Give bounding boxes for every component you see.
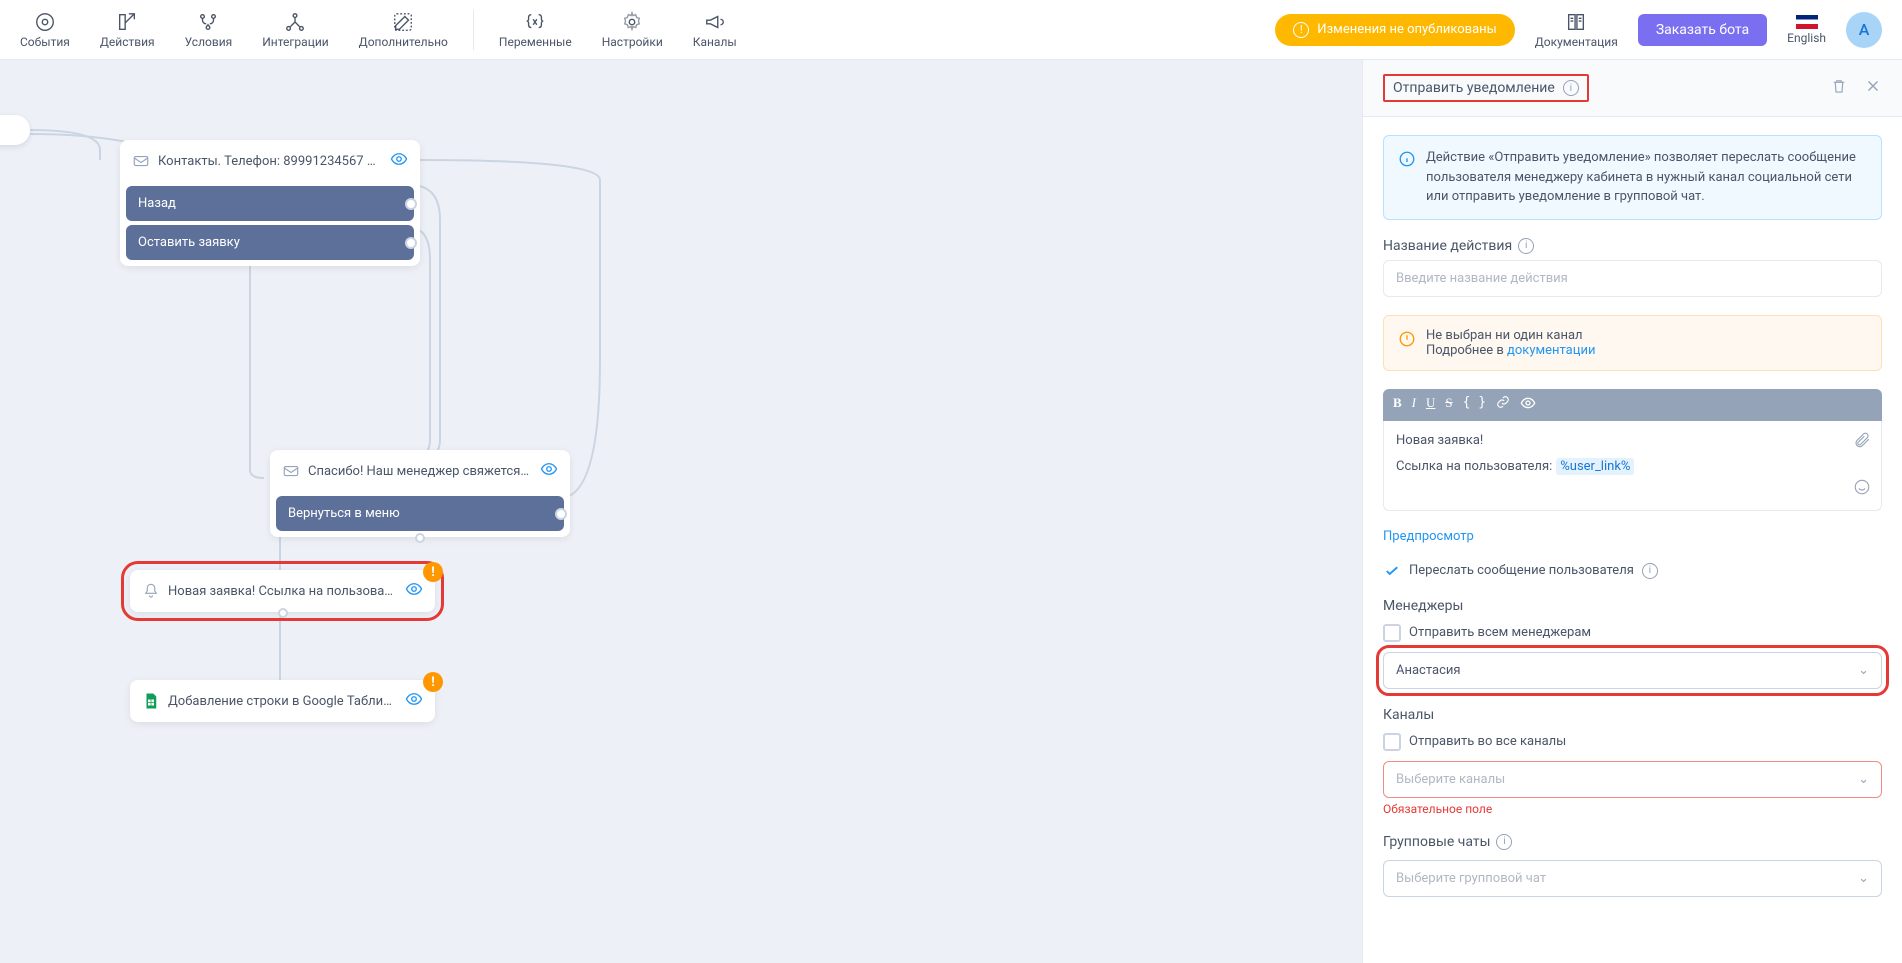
info-icon[interactable]: i: [1563, 80, 1579, 96]
toolbar-conditions[interactable]: Условия: [185, 11, 233, 49]
info-callout: Действие «Отправить уведомление» позволя…: [1383, 135, 1882, 220]
megaphone-icon: [704, 11, 726, 33]
eye-icon[interactable]: [405, 580, 423, 602]
braces-icon: [524, 11, 546, 33]
channels-title: Каналы: [1383, 707, 1882, 723]
toolbar-channels[interactable]: Каналы: [693, 11, 737, 49]
toolbar-variables[interactable]: Переменные: [499, 11, 572, 49]
managers-title: Менеджеры: [1383, 598, 1882, 614]
managers-select[interactable]: Анастасия ⌄: [1383, 652, 1882, 689]
docs-link[interactable]: документации: [1507, 343, 1595, 358]
eye-icon[interactable]: [540, 460, 558, 482]
top-toolbar: События Действия Условия Интеграции Допо…: [0, 0, 1902, 60]
channels-select[interactable]: Выберите каналы ⌄: [1383, 761, 1882, 798]
close-button[interactable]: [1864, 77, 1882, 99]
warning-callout: Не выбран ни один канал Подробнее в доку…: [1383, 315, 1882, 371]
italic-button[interactable]: I: [1412, 395, 1416, 415]
user-avatar[interactable]: А: [1846, 12, 1882, 48]
edit-icon: [392, 11, 414, 33]
link-button[interactable]: [1496, 395, 1510, 415]
integration-icon: [284, 11, 306, 33]
forward-checkbox[interactable]: [1383, 562, 1401, 580]
chevron-down-icon: ⌄: [1858, 772, 1869, 787]
eye-icon[interactable]: [390, 150, 408, 172]
toolbar-integrations[interactable]: Интеграции: [262, 11, 328, 49]
branch-icon: [197, 11, 219, 33]
mail-icon: [132, 152, 150, 170]
flow-node-message-1[interactable]: Контакты. Телефон: 89991234567 Наш адре……: [120, 140, 420, 266]
groupchats-select[interactable]: Выберите групповой чат ⌄: [1383, 860, 1882, 897]
panel-header: Отправить уведомление i: [1363, 60, 1902, 117]
button-chip-menu[interactable]: Вернуться в меню: [276, 496, 564, 531]
all-channels-checkbox[interactable]: [1383, 733, 1401, 751]
action-name-label: Название действия: [1383, 238, 1512, 254]
button-chip-request[interactable]: Оставить заявку: [126, 225, 414, 260]
delete-button[interactable]: [1830, 77, 1848, 99]
flow-node-notification[interactable]: ! Новая заявка! Ссылка на пользователя:…: [130, 570, 435, 612]
flow-canvas[interactable]: Контакты. Телефон: 89991234567 Наш адре……: [0, 60, 1362, 963]
info-icon[interactable]: i: [1642, 563, 1658, 579]
toolbar-docs[interactable]: Документация: [1535, 11, 1618, 49]
toolbar-actions[interactable]: Действия: [100, 11, 155, 49]
toolbar-events[interactable]: События: [20, 11, 70, 49]
underline-button[interactable]: U: [1426, 395, 1435, 415]
order-bot-button[interactable]: Заказать бота: [1638, 14, 1767, 46]
chevron-down-icon: ⌄: [1858, 871, 1869, 886]
all-managers-checkbox[interactable]: [1383, 624, 1401, 642]
record-icon: [34, 11, 56, 33]
flow-node-gsheet[interactable]: ! Добавление строки в Google Таблицу: [130, 680, 435, 722]
variable-chip[interactable]: %user_link%: [1556, 458, 1634, 475]
toolbar-settings[interactable]: Настройки: [602, 11, 663, 49]
flow-node-message-2[interactable]: Спасибо! Наш менеджер свяжется с вами в……: [270, 450, 570, 537]
action-icon: [116, 11, 138, 33]
attach-icon[interactable]: [1853, 431, 1871, 453]
all-managers-label: Отправить всем менеджерам: [1409, 625, 1591, 640]
message-editor[interactable]: Новая заявка! Ссылка на пользователя: %u…: [1383, 421, 1882, 511]
scenario-root-node[interactable]: [0, 115, 30, 145]
button-chip-back[interactable]: Назад: [126, 186, 414, 221]
language-switcher[interactable]: English: [1787, 15, 1826, 45]
flag-uk-icon: [1796, 15, 1818, 29]
info-icon: [1398, 150, 1416, 207]
mail-icon: [282, 462, 300, 480]
eye-icon[interactable]: [405, 690, 423, 712]
action-name-input[interactable]: [1383, 260, 1882, 297]
chevron-down-icon: ⌄: [1858, 663, 1869, 678]
all-channels-label: Отправить во все каналы: [1409, 734, 1566, 749]
bell-icon: [142, 582, 160, 600]
node-text: Контакты. Телефон: 89991234567 Наш адре…: [158, 154, 382, 169]
groupchats-title: Групповые чаты: [1383, 834, 1490, 850]
node-text: Добавление строки в Google Таблицу: [168, 694, 397, 709]
channels-error: Обязательное поле: [1383, 802, 1882, 816]
info-icon[interactable]: i: [1518, 238, 1534, 254]
node-text: Спасибо! Наш менеджер свяжется с вами в…: [308, 464, 532, 479]
gsheet-icon: [142, 692, 160, 710]
node-text: Новая заявка! Ссылка на пользователя:…: [168, 584, 397, 599]
editor-toolbar: B I U S { }: [1383, 389, 1882, 421]
code-button[interactable]: { }: [1463, 395, 1486, 415]
warning-badge: !: [423, 672, 443, 692]
book-icon: [1565, 11, 1587, 33]
toolbar-additional[interactable]: Дополнительно: [359, 11, 448, 49]
info-icon[interactable]: i: [1496, 834, 1512, 850]
strike-button[interactable]: S: [1445, 395, 1452, 415]
forward-label: Переслать сообщение пользователя: [1409, 563, 1634, 578]
unpublished-badge[interactable]: ! Изменения не опубликованы: [1275, 14, 1514, 46]
bold-button[interactable]: B: [1393, 395, 1402, 415]
warning-icon: [1398, 330, 1416, 358]
emoji-icon[interactable]: [1853, 478, 1871, 500]
alert-icon: !: [1293, 22, 1309, 38]
gear-icon: [621, 11, 643, 33]
preview-link[interactable]: Предпросмотр: [1383, 529, 1882, 544]
warning-badge: !: [423, 562, 443, 582]
properties-panel: Отправить уведомление i Действие «Отправ…: [1362, 60, 1902, 963]
preview-button[interactable]: [1520, 395, 1536, 415]
panel-title: Отправить уведомление: [1393, 80, 1555, 96]
